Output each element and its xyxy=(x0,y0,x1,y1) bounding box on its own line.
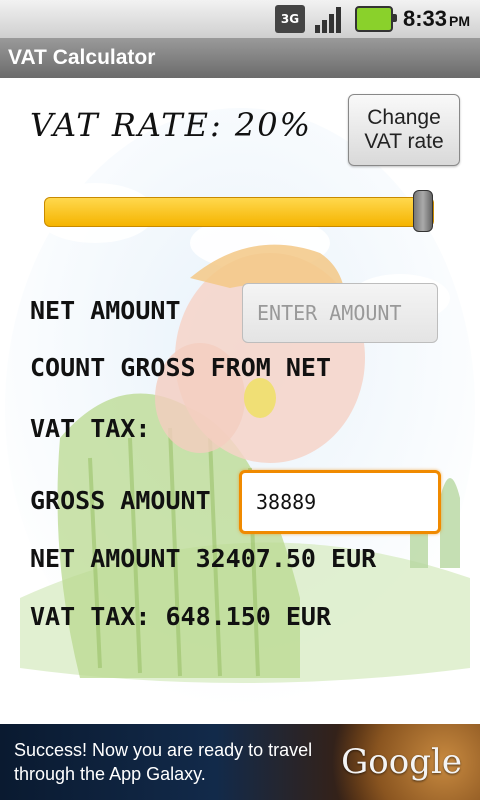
vat-rate-heading: VAT RATE: 20% xyxy=(30,106,313,144)
ad-banner[interactable]: Success! Now you are ready to travel thr… xyxy=(0,724,480,800)
vat-tax-result: VAT TAX: 648.150 EUR xyxy=(30,602,332,631)
gross-amount-label: GROSS AMOUNT xyxy=(30,486,211,515)
network-3g-icon: 3G xyxy=(274,5,305,33)
gross-amount-input[interactable]: 38889 xyxy=(239,470,441,534)
clock-time: 8:33 xyxy=(402,6,447,31)
status-bar: 3G 8:33 PM xyxy=(0,0,480,38)
net-amount-label: NET AMOUNT xyxy=(30,296,181,325)
net-amount-input[interactable]: ENTER AMOUNT xyxy=(242,283,438,343)
calculator-content: VAT RATE: 20% Change VAT rate NET AMOUNT… xyxy=(0,78,480,724)
vat-tax-label: VAT TAX: xyxy=(30,414,151,443)
battery-icon xyxy=(354,6,397,32)
net-amount-result: NET AMOUNT 32407.50 EUR xyxy=(30,544,377,573)
count-gross-from-net-label[interactable]: COUNT GROSS FROM NET xyxy=(30,353,331,382)
clock: 8:33 PM xyxy=(403,6,470,32)
app-title: VAT Calculator xyxy=(8,46,156,69)
vat-rate-slider[interactable] xyxy=(44,197,434,227)
status-icons: 3G 8:33 PM xyxy=(274,0,480,38)
ad-text: Success! Now you are ready to travel thr… xyxy=(14,740,313,784)
change-vat-rate-button[interactable]: Change VAT rate xyxy=(348,94,460,166)
vat-rate-slider-thumb[interactable] xyxy=(413,190,433,232)
app-title-bar: VAT Calculator xyxy=(0,38,480,78)
google-logo: Google xyxy=(341,742,462,782)
signal-icon xyxy=(314,5,345,33)
clock-ampm: PM xyxy=(449,13,470,29)
